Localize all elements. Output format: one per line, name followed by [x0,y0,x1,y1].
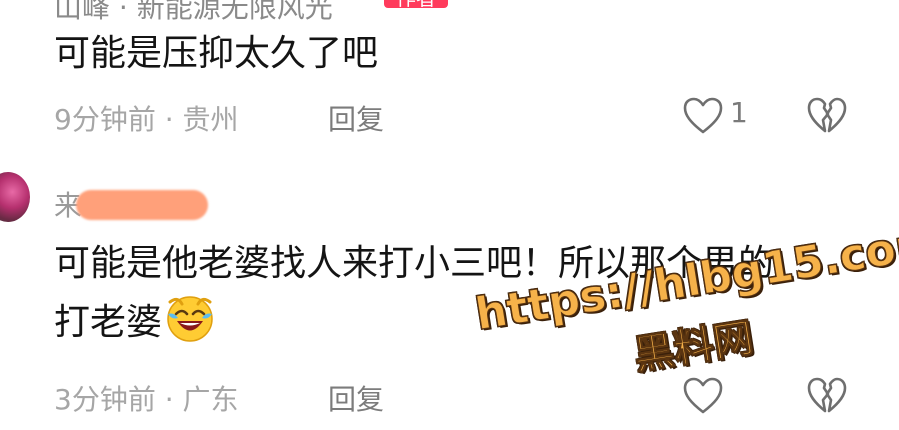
heart-outline-icon[interactable] [682,96,724,136]
like-count: 1 [730,96,748,129]
comment-text-fragment: 打老婆 [54,302,163,343]
redaction-mark [76,190,208,220]
reply-button[interactable]: 回复 [328,378,384,418]
comment-item: 山峰 · 新能源无限风光 作者 可能是压抑太久了吧 9分钟前 · 贵州 回复 1 [0,0,899,150]
author-badge: 作者 [384,0,448,8]
broken-heart-icon[interactable] [806,376,848,416]
comment-username[interactable]: 山峰 · 新能源无限风光 [54,0,333,26]
comment-meta: 9分钟前 · 贵州 [54,103,239,136]
comment-text: 可能是压抑太久了吧 [54,33,379,74]
broken-heart-icon[interactable] [806,96,848,136]
avatar[interactable] [0,172,30,222]
reply-button[interactable]: 回复 [328,98,384,138]
watermark-brand: 黑料网 [630,314,757,380]
laughing-crying-emoji-icon [167,296,213,342]
comment-meta: 3分钟前 · 广东 [54,383,239,416]
